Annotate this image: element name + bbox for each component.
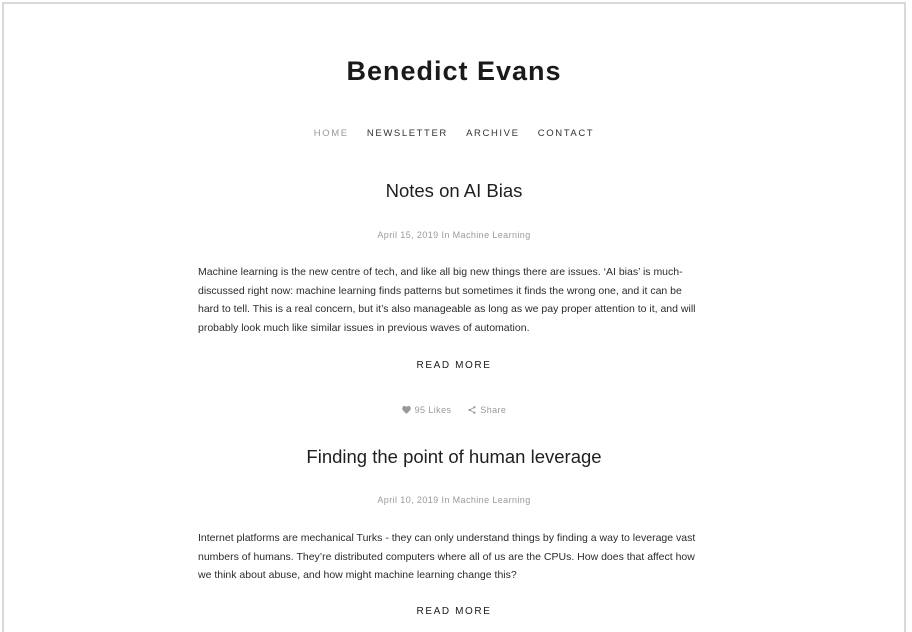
post-in-label: In <box>441 495 450 505</box>
main-nav: HOME NEWSLETTER ARCHIVE CONTACT <box>4 128 904 139</box>
read-more-link[interactable]: READ MORE <box>417 360 492 371</box>
likes-count: 95 Likes <box>414 405 452 415</box>
post-meta: April 15, 2019 In Machine Learning <box>4 230 904 240</box>
post-excerpt: Machine learning is the new centre of te… <box>198 263 728 337</box>
site-title[interactable]: Benedict Evans <box>4 56 904 87</box>
post-title[interactable]: Notes on AI Bias <box>4 180 904 202</box>
read-more-container: READ MORE <box>4 606 904 617</box>
excerpt-line: Internet platforms are mechanical Turks … <box>198 532 696 544</box>
excerpt-line: discussed right now: machine learning fi… <box>198 284 682 297</box>
post-title[interactable]: Finding the point of human leverage <box>4 446 904 468</box>
nav-item-home[interactable]: HOME <box>314 128 349 139</box>
post-date: April 15, 2019 <box>377 230 439 240</box>
heart-icon <box>401 406 411 414</box>
nav-item-newsletter[interactable]: NEWSLETTER <box>367 128 448 139</box>
excerpt-line: hard to tell. This is a real concern, bu… <box>198 303 696 316</box>
share-button[interactable]: Share <box>468 405 506 415</box>
excerpt-line: probably look much like similar issues i… <box>198 321 530 334</box>
like-button[interactable]: 95 Likes <box>401 405 452 415</box>
share-icon <box>468 406 476 414</box>
post-category-link[interactable]: Machine Learning <box>453 495 531 505</box>
nav-item-contact[interactable]: CONTACT <box>538 128 594 139</box>
excerpt-line: numbers of humans. They’re distributed c… <box>198 550 695 563</box>
share-label: Share <box>480 405 507 415</box>
excerpt-line: Machine learning is the new centre of te… <box>198 266 683 278</box>
nav-item-archive[interactable]: ARCHIVE <box>466 128 519 139</box>
post-excerpt: Internet platforms are mechanical Turks … <box>198 529 728 585</box>
page-frame: Benedict Evans HOME NEWSLETTER ARCHIVE C… <box>2 2 906 632</box>
post-actions: 95 Likes Share <box>4 405 904 416</box>
post-category-link[interactable]: Machine Learning <box>453 230 531 240</box>
excerpt-line: we think about abuse, and how might mach… <box>198 569 517 582</box>
post-in-label: In <box>441 230 450 240</box>
post-meta: April 10, 2019 In Machine Learning <box>4 495 904 505</box>
read-more-container: READ MORE <box>4 360 904 371</box>
read-more-link[interactable]: READ MORE <box>417 606 492 617</box>
post-date: April 10, 2019 <box>377 495 439 505</box>
